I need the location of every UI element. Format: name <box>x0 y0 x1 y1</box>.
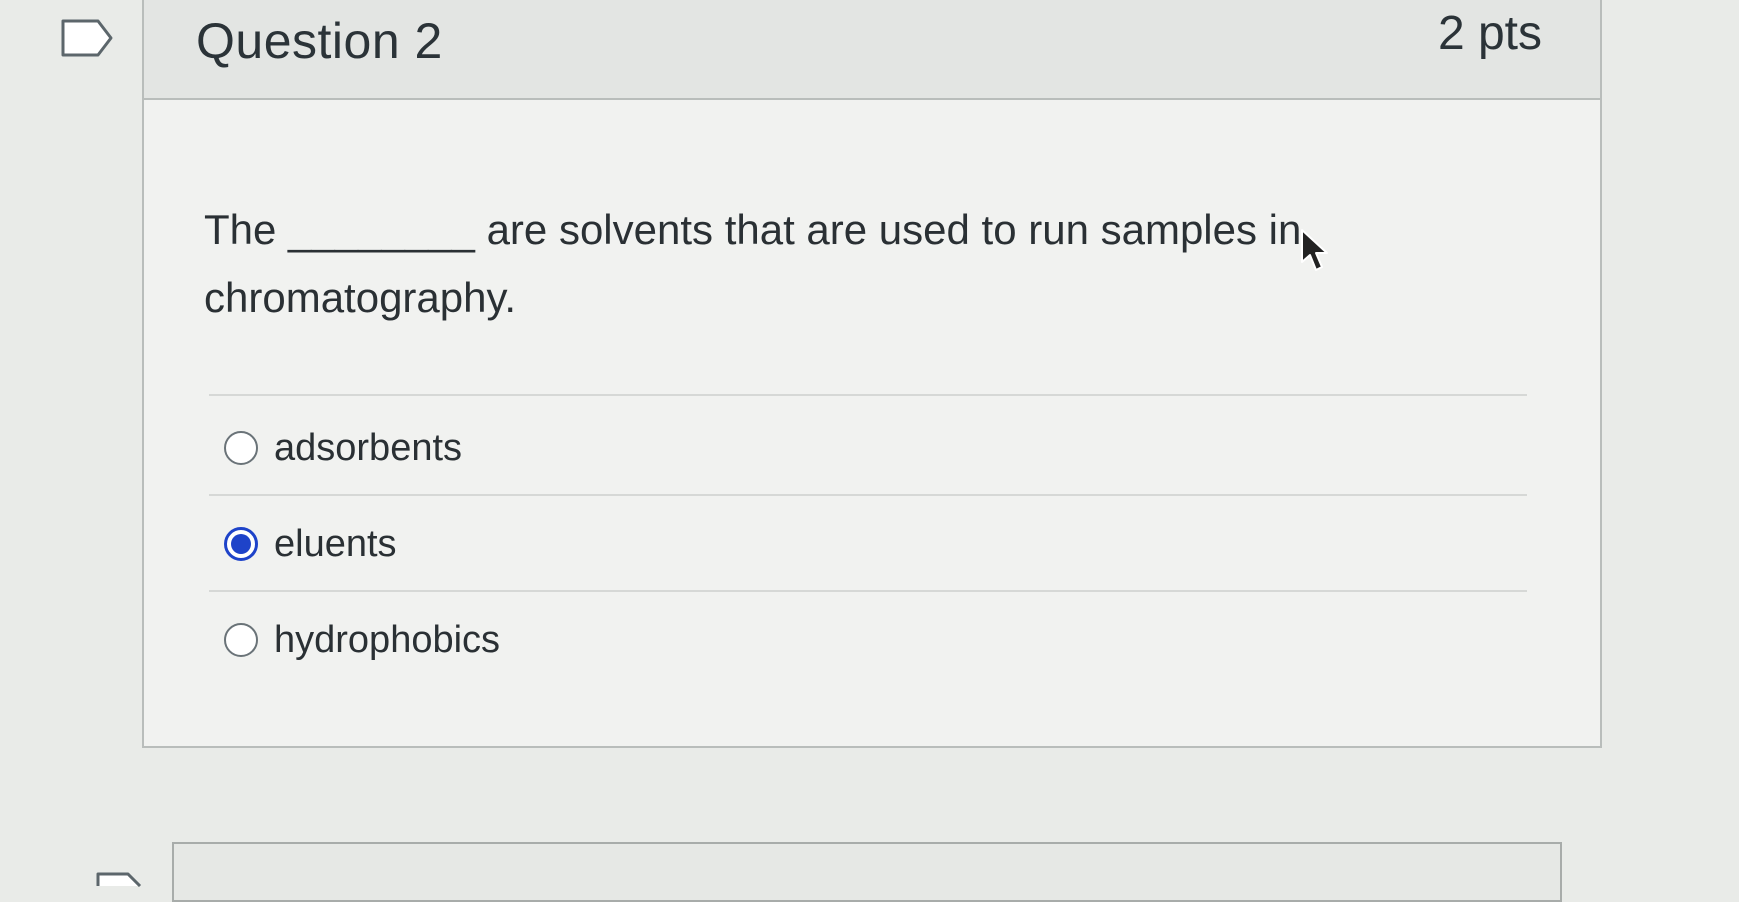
radio-button-selected[interactable] <box>224 527 258 561</box>
answer-divider <box>209 590 1527 592</box>
answer-label: eluents <box>274 522 397 565</box>
answer-label: hydrophobics <box>274 618 501 661</box>
radio-button[interactable] <box>224 623 258 657</box>
answer-option-hydrophobics[interactable]: hydrophobics <box>224 610 500 670</box>
answer-option-eluents[interactable]: eluents <box>224 514 397 574</box>
answers-top-divider <box>209 394 1527 396</box>
next-question-card <box>172 842 1562 902</box>
question-title: Question 2 <box>196 13 443 69</box>
question-card: Question 2 2 pts The ________ are solven… <box>142 0 1602 748</box>
radio-button[interactable] <box>224 431 258 465</box>
answer-divider <box>209 494 1527 496</box>
flag-question-icon[interactable] <box>96 872 142 887</box>
answer-option-adsorbents[interactable]: adsorbents <box>224 418 462 478</box>
mouse-pointer-icon <box>1301 229 1328 271</box>
question-header: Question 2 2 pts <box>144 0 1600 100</box>
question-text: The ________ are solvents that are used … <box>204 206 1302 321</box>
flag-question-icon[interactable] <box>60 18 114 58</box>
answer-label: adsorbents <box>274 426 463 469</box>
question-points: 2 pts <box>1437 7 1542 60</box>
